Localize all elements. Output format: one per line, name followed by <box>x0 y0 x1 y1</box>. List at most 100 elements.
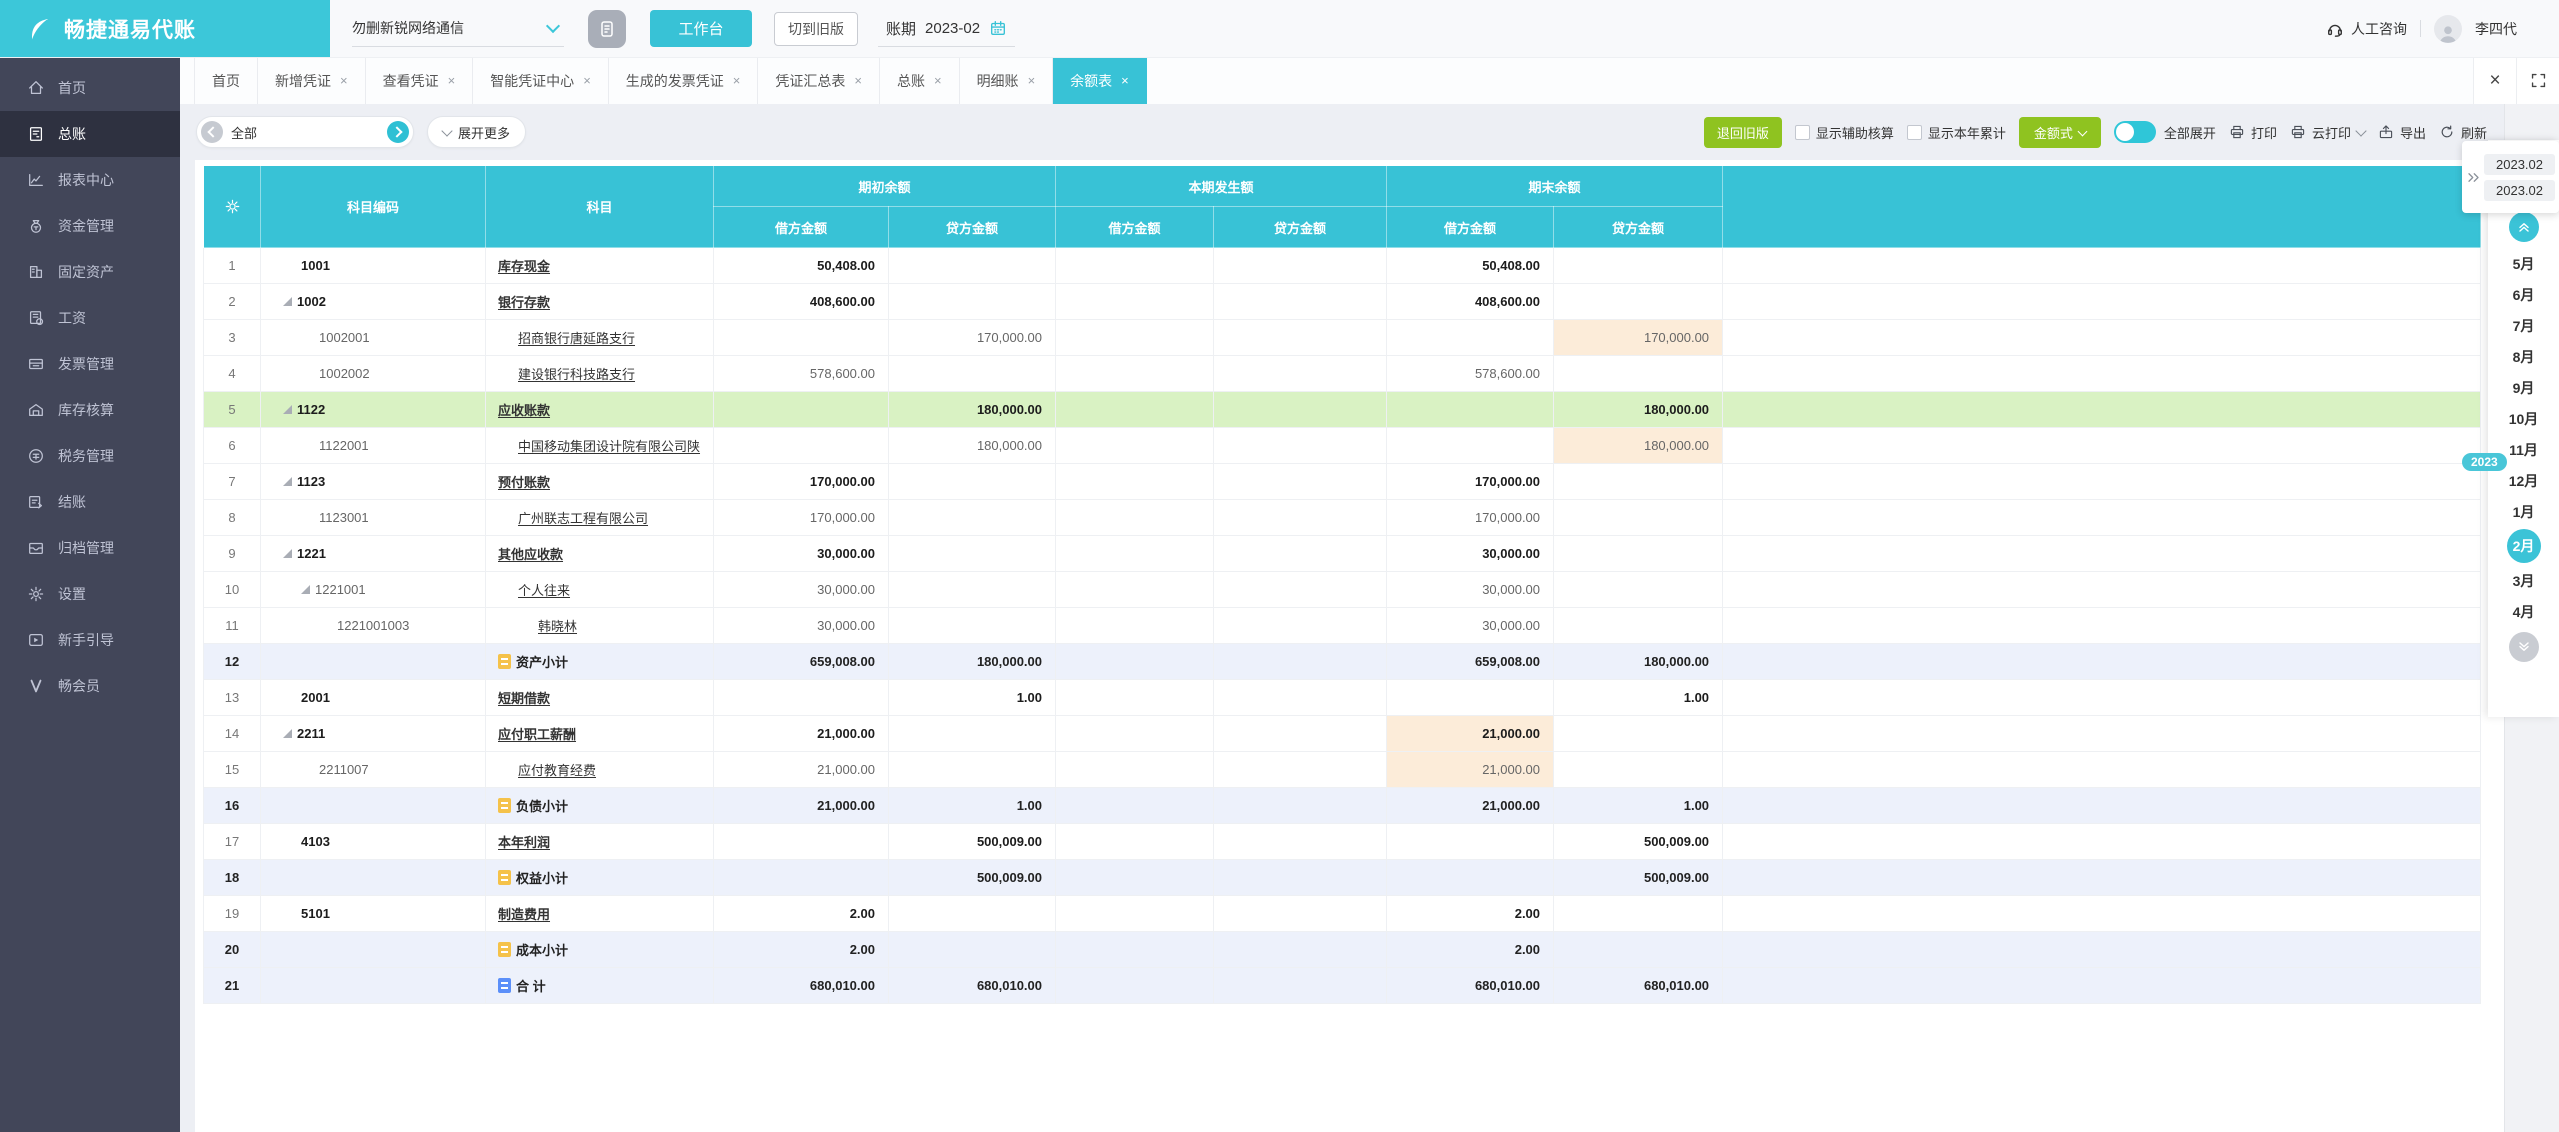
cloud-print-button[interactable]: 云打印 <box>2290 123 2367 142</box>
account-filter[interactable]: 全部 <box>196 116 414 148</box>
sidebar-item-发票管理[interactable]: 发票管理 <box>0 341 180 387</box>
subject-link[interactable]: 银行存款 <box>498 292 550 311</box>
table-row[interactable]: 5 1122 应收账款 180,000.00 180,000.00 <box>203 391 2482 428</box>
expand-triangle-icon[interactable] <box>283 729 292 738</box>
subject-link[interactable]: 其他应收款 <box>498 544 563 563</box>
close-tab-icon[interactable]: × <box>583 73 591 88</box>
close-tab-icon[interactable]: × <box>854 73 862 88</box>
month-item-3月[interactable]: 3月 <box>2488 565 2559 596</box>
table-row[interactable]: 4 1002002 建设银行科技路支行 578,600.00 578,600.00 <box>203 355 2482 392</box>
month-item-8月[interactable]: 8月 <box>2488 341 2559 372</box>
subject-link[interactable]: 建设银行科技路支行 <box>518 364 635 383</box>
sidebar-item-结账[interactable]: 结账 <box>0 479 180 525</box>
table-row[interactable]: 2 1002 银行存款 408,600.00 408,600.00 <box>203 283 2482 320</box>
back-to-old-button[interactable]: 退回旧版 <box>1703 116 1782 148</box>
scroll-months-down-icon[interactable] <box>2508 632 2539 662</box>
table-row[interactable]: 17 4103 本年利润 500,009.00 500,009.00 <box>203 823 2482 860</box>
memo-button[interactable] <box>588 9 626 48</box>
period-from[interactable]: 2023.02 <box>2484 153 2555 175</box>
chevron-right-icon[interactable] <box>387 121 409 143</box>
expand-more-button[interactable]: 展开更多 <box>427 116 527 148</box>
close-tab-icon[interactable]: × <box>1121 73 1129 88</box>
close-tab-icon[interactable]: × <box>448 73 456 88</box>
month-item-9月[interactable]: 9月 <box>2488 372 2559 403</box>
table-row[interactable]: 20 成本小计 2.00 2.00 <box>203 931 2482 968</box>
print-button[interactable]: 打印 <box>2229 123 2277 142</box>
close-tab-icon[interactable]: × <box>934 73 942 88</box>
table-row[interactable]: 21 合 计 680,010.00 680,010.00 680,010.00 680,0… <box>203 967 2482 1004</box>
subject-link[interactable]: 本年利润 <box>498 832 550 851</box>
expand-all-toggle[interactable] <box>2113 121 2156 143</box>
subject-link[interactable]: 制造费用 <box>498 904 550 923</box>
table-row[interactable]: 1 1001 库存现金 50,408.00 50,408.00 <box>203 247 2482 284</box>
period-to[interactable]: 2023.02 <box>2484 179 2555 201</box>
expand-triangle-icon[interactable] <box>283 549 292 558</box>
month-item-1月[interactable]: 1月 <box>2488 496 2559 527</box>
tab-生成的发票凭证[interactable]: 生成的发票凭证 × <box>609 57 759 104</box>
show-aux-checkbox-group[interactable]: 显示辅助核算 <box>1794 123 1894 142</box>
table-row[interactable]: 14 2211 应付职工薪酬 21,000.00 21,000.00 <box>203 715 2482 752</box>
sidebar-item-工资[interactable]: 工资 <box>0 295 180 341</box>
table-row[interactable]: 18 权益小计 500,009.00 500,009.00 <box>203 859 2482 896</box>
fullscreen-icon[interactable] <box>2516 57 2559 104</box>
subject-link[interactable]: 应付教育经费 <box>518 760 596 779</box>
tab-凭证汇总表[interactable]: 凭证汇总表 × <box>758 57 880 104</box>
expand-triangle-icon[interactable] <box>283 297 292 306</box>
scroll-months-up-icon[interactable] <box>2508 212 2539 242</box>
period-selector[interactable]: 账期 2023-02 <box>878 10 1016 47</box>
column-settings-gear-icon[interactable] <box>203 165 261 248</box>
avatar[interactable] <box>2434 14 2462 43</box>
subject-link[interactable]: 招商银行唐延路支行 <box>518 328 635 347</box>
show-ytd-checkbox-group[interactable]: 显示本年累计 <box>1906 123 2006 142</box>
sidebar-item-税务管理[interactable]: 税务管理 <box>0 433 180 479</box>
refresh-button[interactable]: 刷新 <box>2439 123 2487 142</box>
table-row[interactable]: 6 1122001 中国移动集团设计院有限公司陕 180,000.00 180,000.… <box>203 427 2482 464</box>
support-link[interactable]: 人工咨询 <box>2326 19 2407 39</box>
sidebar-item-固定资产[interactable]: 固定资产 <box>0 249 180 295</box>
subject-link[interactable]: 中国移动集团设计院有限公司陕 <box>518 436 700 455</box>
table-row[interactable]: 11 1221001003 韩晓林 30,000.00 30,000.00 <box>203 607 2482 644</box>
table-row[interactable]: 12 资产小计 659,008.00 180,000.00 659,008.00 180,… <box>203 643 2482 680</box>
expand-triangle-icon[interactable] <box>301 585 310 594</box>
month-item-4月[interactable]: 4月 <box>2488 596 2559 627</box>
month-item-2月[interactable]: 2月 <box>2488 527 2559 565</box>
tab-余额表[interactable]: 余额表 × <box>1053 57 1147 104</box>
subject-link[interactable]: 韩晓林 <box>538 616 577 635</box>
close-tab-icon[interactable]: × <box>733 73 741 88</box>
tab-明细账[interactable]: 明细账 × <box>960 57 1054 104</box>
show-ytd-checkbox[interactable] <box>1906 124 1922 140</box>
tab-总账[interactable]: 总账 × <box>880 57 960 104</box>
sidebar-item-资金管理[interactable]: 资金管理 <box>0 203 180 249</box>
amount-style-button[interactable]: 金额式 <box>2018 116 2101 148</box>
month-item-5月[interactable]: 5月 <box>2488 248 2559 279</box>
show-aux-checkbox[interactable] <box>1794 124 1810 140</box>
workbench-button[interactable]: 工作台 <box>650 10 752 47</box>
close-tab-icon[interactable]: × <box>1028 73 1036 88</box>
table-row[interactable]: 8 1123001 广州联志工程有限公司 170,000.00 170,000.00 <box>203 499 2482 536</box>
close-icon[interactable]: × <box>2473 57 2516 104</box>
table-row[interactable]: 7 1123 预付账款 170,000.00 170,000.00 <box>203 463 2482 500</box>
sidebar-item-新手引导[interactable]: 新手引导 <box>0 617 180 663</box>
table-row[interactable]: 16 负债小计 21,000.00 1.00 21,000.00 1.00 <box>203 787 2482 824</box>
username[interactable]: 李四代 <box>2475 19 2517 39</box>
close-tab-icon[interactable]: × <box>340 73 348 88</box>
table-row[interactable]: 15 2211007 应付教育经费 21,000.00 21,000.00 <box>203 751 2482 788</box>
subject-link[interactable]: 库存现金 <box>498 256 550 275</box>
tab-新增凭证[interactable]: 新增凭证 × <box>258 57 366 104</box>
company-selector[interactable]: 勿删新锐网络通信 <box>352 10 564 47</box>
sidebar-item-设置[interactable]: 设置 <box>0 571 180 617</box>
table-row[interactable]: 9 1221 其他应收款 30,000.00 30,000.00 <box>203 535 2482 572</box>
sidebar-item-库存核算[interactable]: 库存核算 <box>0 387 180 433</box>
expand-triangle-icon[interactable] <box>283 405 292 414</box>
tab-智能凭证中心[interactable]: 智能凭证中心 × <box>473 57 609 104</box>
chevron-left-icon[interactable] <box>201 121 223 143</box>
expand-triangle-icon[interactable] <box>283 477 292 486</box>
subject-link[interactable]: 预付账款 <box>498 472 550 491</box>
sidebar-item-报表中心[interactable]: 报表中心 <box>0 157 180 203</box>
tab-首页[interactable]: 首页 <box>194 57 258 104</box>
subject-link[interactable]: 短期借款 <box>498 688 550 707</box>
sidebar-item-归档管理[interactable]: 归档管理 <box>0 525 180 571</box>
switch-old-version-button[interactable]: 切到旧版 <box>774 11 858 46</box>
table-row[interactable]: 10 1221001 个人往来 30,000.00 30,000.00 <box>203 571 2482 608</box>
month-item-10月[interactable]: 10月 <box>2488 403 2559 434</box>
